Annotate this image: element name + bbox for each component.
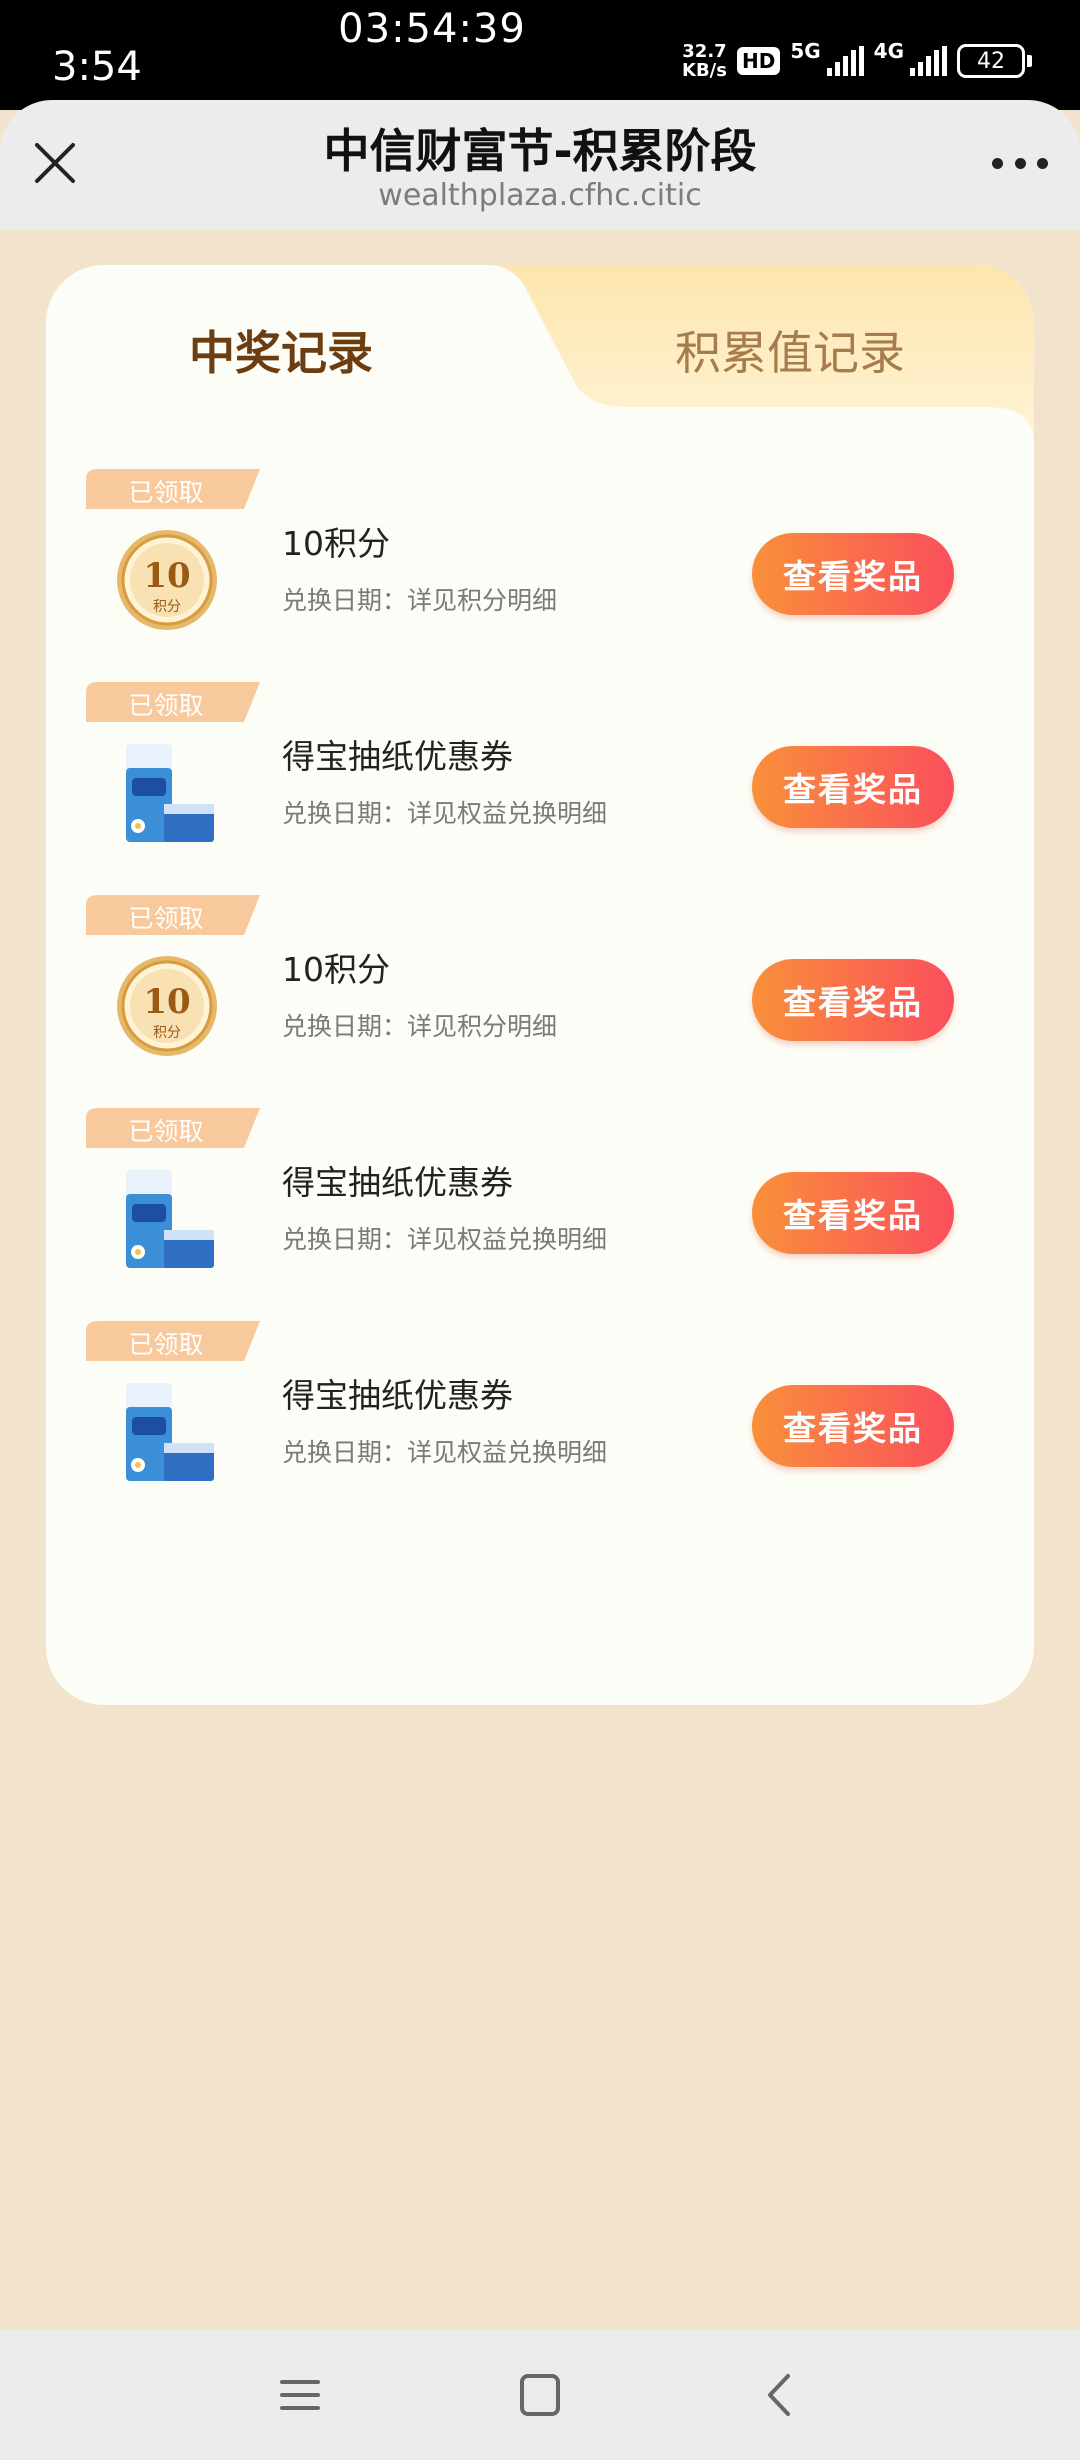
page-title: 中信财富节-积累阶段: [323, 124, 757, 178]
claimed-badge: 已领取: [86, 1108, 260, 1148]
status-bar: 3:54 03:54:39 32.7 KB/s HD 5G 4G 42: [0, 0, 1080, 110]
item-subtitle: 兑换日期：详见权益兑换明细: [282, 1225, 608, 1254]
tissue-pack-icon: [112, 1377, 222, 1487]
battery-level: 42: [977, 48, 1005, 74]
view-prize-button[interactable]: 查看奖品: [752, 1385, 954, 1467]
list-item: 已领取 得宝抽纸优惠券 兑换日期：详见权益兑换明细 查看奖品: [46, 1317, 1034, 1530]
records-card: 中奖记录 积累值记录 已领取 10 积分 10积分 兑换日期：详见积分明细 查看…: [46, 265, 1034, 1705]
4g-label: 4G: [873, 39, 904, 63]
view-prize-button[interactable]: 查看奖品: [752, 1172, 954, 1254]
claimed-badge: 已领取: [86, 682, 260, 722]
list-item: 已领取 10 积分 10积分 兑换日期：详见积分明细 查看奖品: [46, 891, 1034, 1104]
status-indicators: 32.7 KB/s HD 5G 4G 42: [682, 39, 1032, 81]
network-speed: 32.7 KB/s: [682, 41, 727, 81]
more-options-icon[interactable]: [992, 155, 1048, 171]
signal-5g-icon: [826, 46, 864, 76]
tab-bar: 中奖记录 积累值记录: [46, 265, 1034, 443]
tissue-pack-icon: [112, 1164, 222, 1274]
svg-text:积分: 积分: [153, 1025, 181, 1041]
browser-header: 中信财富节-积累阶段 wealthplaza.cfhc.citic: [0, 100, 1080, 230]
item-title: 得宝抽纸优惠券: [282, 1376, 513, 1415]
menu-icon[interactable]: [270, 2370, 330, 2420]
list-item: 已领取 得宝抽纸优惠券 兑换日期：详见权益兑换明细 查看奖品: [46, 1104, 1034, 1317]
item-title: 得宝抽纸优惠券: [282, 1163, 513, 1202]
points-coin-icon: 10 积分: [112, 525, 222, 635]
battery-icon: 42: [957, 44, 1032, 78]
page-url: wealthplaza.cfhc.citic: [378, 178, 702, 213]
tab-accumulation-records[interactable]: 积累值记录: [546, 317, 1034, 383]
tissue-pack-icon: [112, 738, 222, 848]
list-item: 已领取 10 积分 10积分 兑换日期：详见积分明细 查看奖品: [46, 465, 1034, 678]
view-prize-button[interactable]: 查看奖品: [752, 959, 954, 1041]
item-title: 10积分: [282, 950, 390, 989]
claimed-badge: 已领取: [86, 895, 260, 935]
item-subtitle: 兑换日期：详见积分明细: [282, 586, 558, 615]
item-title: 10积分: [282, 524, 390, 563]
view-prize-button[interactable]: 查看奖品: [752, 533, 954, 615]
view-prize-button[interactable]: 查看奖品: [752, 746, 954, 828]
list-item: 已领取 得宝抽纸优惠券 兑换日期：详见权益兑换明细 查看奖品: [46, 678, 1034, 891]
item-title: 得宝抽纸优惠券: [282, 737, 513, 776]
tab-prize-records[interactable]: 中奖记录: [46, 317, 516, 383]
svg-text:10: 10: [143, 982, 190, 1022]
home-icon[interactable]: [510, 2370, 570, 2420]
hd-icon: HD: [736, 47, 781, 75]
claimed-badge: 已领取: [86, 1321, 260, 1361]
points-coin-icon: 10 积分: [112, 951, 222, 1061]
item-subtitle: 兑换日期：详见权益兑换明细: [282, 799, 608, 828]
prize-list: 已领取 10 积分 10积分 兑换日期：详见积分明细 查看奖品 已领取 得宝抽纸…: [46, 465, 1034, 1530]
system-nav-bar: [0, 2330, 1080, 2460]
item-subtitle: 兑换日期：详见积分明细: [282, 1012, 558, 1041]
svg-text:10: 10: [143, 556, 190, 596]
signal-4g-icon: [910, 46, 947, 76]
claimed-badge: 已领取: [86, 469, 260, 509]
item-subtitle: 兑换日期：详见权益兑换明细: [282, 1438, 608, 1467]
5g-label: 5G: [790, 39, 821, 63]
svg-text:积分: 积分: [153, 599, 181, 615]
back-icon[interactable]: [750, 2370, 810, 2420]
